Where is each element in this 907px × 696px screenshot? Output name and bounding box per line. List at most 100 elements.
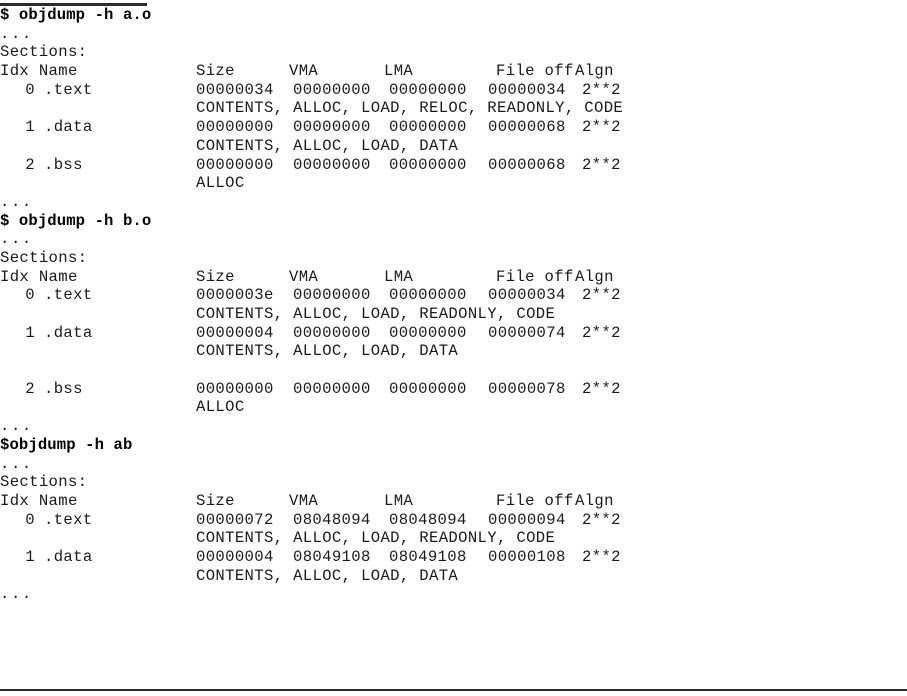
- section-flags-row: CONTENTS, ALLOC, LOAD, DATA: [0, 342, 907, 361]
- section-name: .text: [44, 80, 93, 99]
- sections-header-a-o: Sections:: [0, 43, 88, 62]
- header-idx-name: Idx Name: [0, 491, 78, 510]
- section-file-off: 00000034: [488, 286, 566, 305]
- section-algn: 2**2: [582, 286, 621, 305]
- section-lma: 00000000: [389, 323, 467, 342]
- section-lma: 00000000: [389, 286, 467, 305]
- section-index: 2: [25, 155, 35, 174]
- section-file-off: 00000078: [488, 379, 566, 398]
- section-flags: CONTENTS, ALLOC, LOAD, READONLY, CODE: [196, 305, 556, 323]
- section-flags-row: CONTENTS, ALLOC, LOAD, READONLY, CODE: [0, 529, 907, 548]
- column-header-row-b-o: Idx Name Size VMA LMA File offAlgn: [0, 268, 907, 287]
- section-flags: CONTENTS, ALLOC, LOAD, DATA: [196, 342, 459, 361]
- section-size: 00000000: [196, 118, 274, 137]
- section-name: .data: [44, 547, 93, 566]
- header-file-off: File off: [496, 62, 574, 81]
- header-file-off: File off: [496, 267, 574, 286]
- section-name: .bss: [44, 155, 83, 174]
- section-index: 1: [25, 118, 35, 137]
- header-algn: Algn: [575, 62, 614, 81]
- section-file-off: 00000108: [488, 547, 566, 566]
- section-index: 1: [25, 323, 35, 342]
- header-lma: LMA: [384, 267, 414, 286]
- table-row: 0 .text 00000034 00000000 00000000 00000034 2*…: [0, 81, 907, 100]
- section-flags-row: CONTENTS, ALLOC, LOAD, DATA: [0, 567, 907, 586]
- command-line-objdump-ab[interactable]: $objdump -h ab: [0, 436, 907, 455]
- header-size: Size: [196, 491, 235, 510]
- section-flags-row: ALLOC: [0, 398, 907, 417]
- section-algn: 2**2: [582, 155, 621, 174]
- sections-header-b-o: Sections:: [0, 248, 88, 267]
- header-lma: LMA: [384, 491, 414, 510]
- section-algn: 2**2: [582, 118, 621, 137]
- section-algn: 2**2: [582, 379, 621, 398]
- section-flags-row: CONTENTS, ALLOC, LOAD, READONLY, CODE: [0, 305, 907, 324]
- section-vma: 00000000: [293, 80, 371, 99]
- section-vma: 00000000: [293, 118, 371, 137]
- header-size: Size: [196, 267, 235, 286]
- section-file-off: 00000068: [488, 118, 566, 137]
- output-ellipsis: ...: [0, 24, 33, 43]
- section-index: 2: [25, 379, 35, 398]
- section-index: 0: [25, 510, 35, 529]
- section-flags: ALLOC: [196, 398, 245, 417]
- section-label: 0 .text: [0, 511, 196, 530]
- header-idx-name: Idx Name: [0, 62, 78, 81]
- section-lma: 00000000: [389, 379, 467, 398]
- section-name: .text: [44, 286, 93, 305]
- command-line-objdump-b-o[interactable]: $ objdump -h b.o: [0, 212, 907, 231]
- output-ellipsis: ...: [0, 454, 33, 473]
- section-name: .bss: [44, 379, 83, 398]
- section-size: 0000003e: [196, 286, 274, 305]
- section-flags: ALLOC: [196, 174, 245, 193]
- header-algn: Algn: [575, 491, 614, 510]
- section-size: 00000004: [196, 323, 274, 342]
- section-flags-row: ALLOC: [0, 174, 907, 193]
- table-row: 2 .bss 00000000 00000000 00000000 00000068 2**…: [0, 156, 907, 175]
- header-file-off: File off: [496, 491, 574, 510]
- output-ellipsis: ...: [0, 230, 33, 249]
- command-line-objdump-a-o[interactable]: $ objdump -h a.o: [0, 6, 907, 25]
- section-file-off: 00000074: [488, 323, 566, 342]
- section-vma: 00000000: [293, 323, 371, 342]
- section-flags: CONTENTS, ALLOC, LOAD, RELOC, READONLY, …: [196, 99, 624, 118]
- section-vma: 08049108: [293, 547, 371, 566]
- section-lma: 00000000: [389, 118, 467, 137]
- section-flags: CONTENTS, ALLOC, LOAD, DATA: [196, 136, 459, 155]
- objdump-figure: $ objdump -h a.o ... Sections: Idx Name S…: [0, 0, 907, 696]
- section-algn: 2**2: [582, 80, 621, 99]
- section-index: 1: [25, 547, 35, 566]
- section-vma: 08048094: [293, 510, 371, 529]
- header-idx-name: Idx Name: [0, 267, 78, 286]
- section-name: .data: [44, 323, 93, 342]
- section-file-off: 00000094: [488, 510, 566, 529]
- header-vma: VMA: [289, 62, 319, 81]
- section-label: 2 .bss: [0, 156, 196, 175]
- section-label: 0 .text: [0, 286, 196, 305]
- output-ellipsis: ...: [0, 585, 33, 604]
- section-file-off: 00000068: [488, 155, 566, 174]
- bottom-divider-rule: [0, 689, 907, 691]
- section-size: 00000000: [196, 379, 274, 398]
- section-file-off: 00000034: [488, 80, 566, 99]
- section-size: 00000004: [196, 547, 274, 566]
- section-lma: 00000000: [389, 155, 467, 174]
- section-algn: 2**2: [582, 510, 621, 529]
- column-header-row-a-o: Idx Name Size VMA LMA File offAlgn: [0, 62, 907, 81]
- section-vma: 00000000: [293, 379, 371, 398]
- output-ellipsis: ...: [0, 192, 33, 211]
- header-vma: VMA: [289, 491, 319, 510]
- section-label: 0 .text: [0, 81, 196, 100]
- section-size: 00000000: [196, 155, 274, 174]
- section-flags-row: CONTENTS, ALLOC, LOAD, RELOC, READONLY, …: [0, 99, 907, 118]
- section-flags-row: CONTENTS, ALLOC, LOAD, DATA: [0, 137, 907, 156]
- section-index: 0: [25, 80, 35, 99]
- table-row: 1 .data 00000004 08049108 08049108 00000108 2*…: [0, 548, 907, 567]
- section-name: .text: [44, 510, 93, 529]
- header-lma: LMA: [384, 62, 414, 81]
- section-size: 00000034: [196, 80, 274, 99]
- sections-header-ab: Sections:: [0, 473, 88, 492]
- terminal-listing: $ objdump -h a.o ... Sections: Idx Name S…: [0, 6, 907, 604]
- section-lma: 00000000: [389, 80, 467, 99]
